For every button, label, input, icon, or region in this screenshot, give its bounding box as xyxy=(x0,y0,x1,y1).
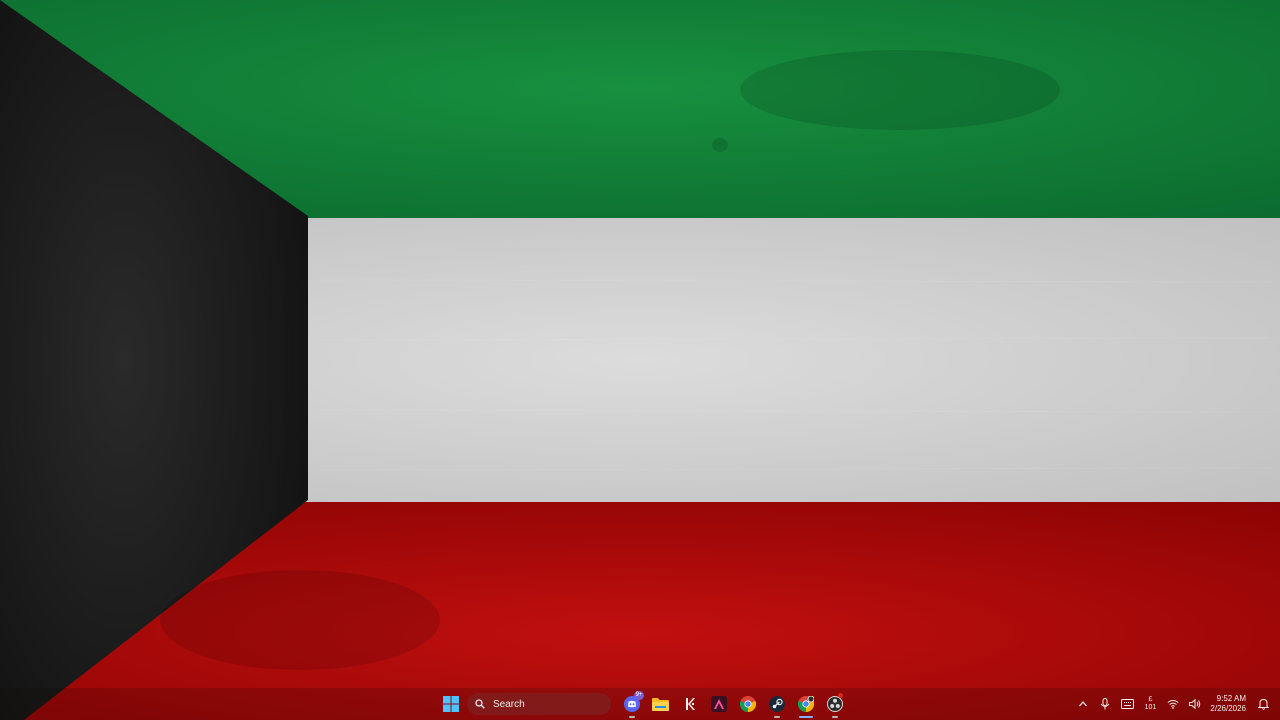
taskbar-app-affinity[interactable] xyxy=(704,688,733,720)
taskbar-app-obs[interactable] xyxy=(820,688,849,720)
taskbar-app-file-explorer[interactable] xyxy=(646,688,675,720)
running-indicator xyxy=(628,716,635,718)
chevron-up-icon xyxy=(1079,701,1088,707)
taskbar-center: Search 9+ xyxy=(436,688,849,720)
taskbar-app-discord[interactable]: 9+ xyxy=(617,688,646,720)
taskbar-app-chrome-profile[interactable] xyxy=(791,688,820,720)
discord-badge: 9+ xyxy=(634,691,644,700)
wallpaper-kuwait-flag xyxy=(0,0,1280,720)
input-language-indicator[interactable]: £ 101 xyxy=(1138,688,1162,720)
start-button[interactable] xyxy=(436,688,465,720)
taskbar-app-chrome[interactable] xyxy=(733,688,762,720)
running-indicator xyxy=(773,716,780,718)
system-tray: £ 101 9:52 AM 2/26/2026 xyxy=(1072,688,1274,720)
chrome-profile-icon xyxy=(797,696,814,712)
clock-time: 9:52 AM xyxy=(1216,694,1246,703)
chrome-icon xyxy=(739,696,756,712)
desktop: Search 9+ £ 101 9:52 AM 2/26/2026 xyxy=(0,0,1280,720)
search-placeholder: Search xyxy=(493,698,525,710)
keyboard-icon xyxy=(1120,699,1134,709)
network-button[interactable] xyxy=(1162,688,1184,720)
steam-icon xyxy=(768,696,785,712)
taskbar: Search 9+ £ 101 9:52 AM 2/26/2026 xyxy=(0,688,1280,720)
taskbar-app-k[interactable] xyxy=(675,688,704,720)
ime-top-label: £ xyxy=(1148,696,1153,703)
microphone-icon xyxy=(1101,698,1110,710)
search-icon xyxy=(475,699,485,709)
running-indicator-active xyxy=(798,716,813,718)
ime-bottom-label: 101 xyxy=(1144,704,1157,711)
microphone-button[interactable] xyxy=(1094,688,1116,720)
volume-icon xyxy=(1189,699,1201,709)
folder-icon xyxy=(652,698,669,711)
clock-date: 2/26/2026 xyxy=(1210,704,1246,713)
wifi-icon xyxy=(1167,700,1179,709)
k-app-icon xyxy=(685,698,695,710)
recording-dot xyxy=(838,693,843,698)
running-indicator xyxy=(831,716,838,718)
taskbar-app-steam[interactable] xyxy=(762,688,791,720)
obs-icon xyxy=(826,696,843,712)
show-hidden-icons-button[interactable] xyxy=(1072,688,1094,720)
touch-keyboard-button[interactable] xyxy=(1116,688,1138,720)
volume-button[interactable] xyxy=(1184,688,1206,720)
search-box[interactable]: Search xyxy=(467,693,611,715)
notification-center-button[interactable] xyxy=(1252,688,1274,720)
affinity-icon xyxy=(710,696,727,712)
windows-logo-icon xyxy=(442,696,459,712)
clock[interactable]: 9:52 AM 2/26/2026 xyxy=(1206,694,1252,714)
notification-bell-icon xyxy=(1257,698,1269,710)
